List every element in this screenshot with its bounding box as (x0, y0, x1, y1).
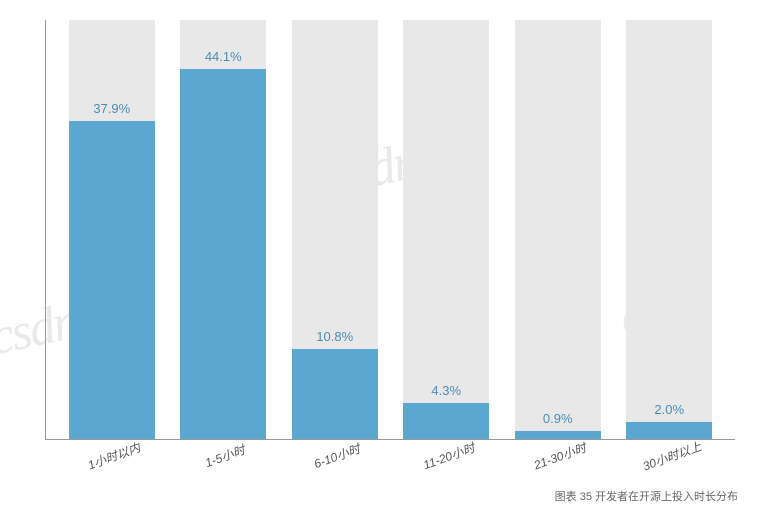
bar-fill: 10.8% (292, 349, 378, 440)
x-tick-label: 21-30小时 (517, 433, 604, 478)
bar-value-label: 44.1% (205, 49, 242, 64)
x-tick-label: 11-20小时 (405, 433, 492, 478)
bar-value-label: 10.8% (316, 329, 353, 344)
bar-slot: 4.3% (403, 20, 489, 439)
bar-value-label: 0.9% (543, 411, 573, 426)
bar-fill: 44.1% (180, 69, 266, 439)
x-tick-label: 1-5小时 (182, 433, 269, 478)
bars-container: 37.9% 44.1% 10.8% 4.3% 0.9% 2.0% (46, 20, 735, 439)
bar-slot: 0.9% (515, 20, 601, 439)
bar-slot: 44.1% (180, 20, 266, 439)
x-tick-label: 30小时以上 (629, 433, 716, 478)
bar-slot: 2.0% (626, 20, 712, 439)
bar-fill: 4.3% (403, 403, 489, 439)
bar-slot: 37.9% (69, 20, 155, 439)
bar-slot: 10.8% (292, 20, 378, 439)
x-axis-labels: 1小时以内 1-5小时 6-10小时 11-20小时 21-30小时 30小时以… (45, 442, 735, 465)
bar-value-label: 2.0% (654, 402, 684, 417)
x-tick-label: 1小时以内 (70, 433, 157, 478)
chart-plot-area: 37.9% 44.1% 10.8% 4.3% 0.9% 2.0% (45, 20, 735, 440)
bar-fill: 37.9% (69, 121, 155, 439)
x-tick-label: 6-10小时 (294, 433, 381, 478)
bar-value-label: 37.9% (93, 101, 130, 116)
bar-value-label: 4.3% (431, 383, 461, 398)
chart-caption: 图表 35 开发者在开源上投入时长分布 (555, 488, 738, 504)
